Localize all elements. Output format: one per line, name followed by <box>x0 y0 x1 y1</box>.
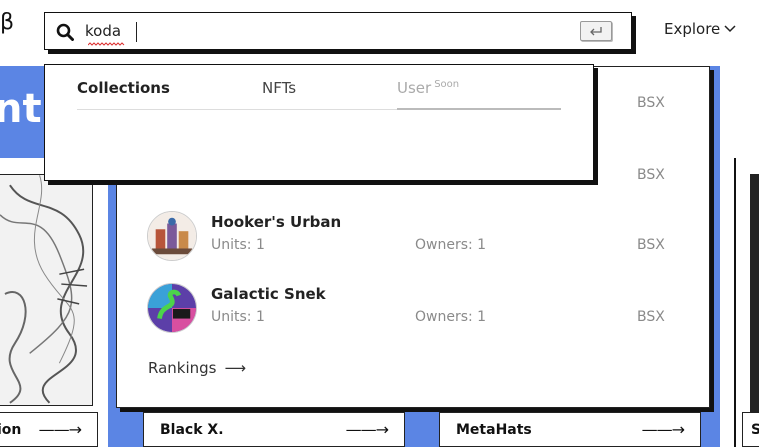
collection-card-footer[interactable]: S <box>742 412 759 447</box>
card-title: ion <box>0 421 22 438</box>
arrow-right-icon: ——→ <box>38 420 82 439</box>
result-currency: BSX <box>637 237 665 253</box>
search-bar <box>44 12 632 50</box>
arrow-right-icon: ⟶ <box>224 359 247 377</box>
collection-card-footer[interactable]: Black X. ——→ <box>143 412 405 447</box>
card-title: S <box>751 421 759 438</box>
text-caret <box>136 22 137 42</box>
collection-card-image[interactable] <box>0 174 93 406</box>
result-name: Hooker's Urban <box>211 213 342 231</box>
result-owners: Owners: 1 <box>415 309 487 325</box>
result-currency: BSX <box>637 167 665 183</box>
collection-card-footer[interactable]: MetaHats ——→ <box>439 412 701 447</box>
tab-collections[interactable]: Collections <box>77 79 170 97</box>
rankings-label: Rankings <box>148 359 217 377</box>
collection-avatar <box>147 211 197 261</box>
result-name: Galactic Snek <box>211 285 326 303</box>
arrow-right-icon: ——→ <box>641 420 685 439</box>
card-title: MetaHats <box>456 421 532 438</box>
search-dropdown: Collections NFTs User Soon <box>44 64 594 181</box>
soon-badge: Soon <box>434 79 460 90</box>
result-currency: BSX <box>637 95 665 111</box>
search-input[interactable] <box>85 19 565 43</box>
result-row[interactable]: Galactic Snek Units: 1 Owners: 1 BSX <box>147 283 677 339</box>
spellcheck-underline <box>88 42 125 46</box>
arrow-right-icon: ——→ <box>345 420 389 439</box>
card-image-dark <box>750 174 759 414</box>
card-title: Black X. <box>160 421 224 438</box>
chevron-down-icon <box>724 25 736 33</box>
explore-menu[interactable]: Explore <box>664 20 736 38</box>
result-currency: BSX <box>637 309 665 325</box>
brand-logo-fragment[interactable]: β <box>0 10 14 35</box>
sketch-artwork <box>0 175 92 405</box>
explore-label: Explore <box>664 20 721 38</box>
result-row[interactable]: Hooker's Urban Units: 1 Owners: 1 BSX <box>147 211 677 267</box>
rankings-link[interactable]: Rankings ⟶ <box>148 359 246 377</box>
tab-user[interactable]: User Soon <box>397 79 459 97</box>
tab-user-label: User <box>397 79 432 97</box>
hero-text: nt <box>0 86 42 132</box>
tab-underline <box>397 108 561 110</box>
hero-banner: nt <box>0 66 46 158</box>
collection-card-partial[interactable] <box>734 158 759 447</box>
enter-key-button[interactable] <box>580 21 612 41</box>
search-icon <box>56 23 74 41</box>
enter-icon <box>590 27 602 36</box>
collection-card-footer[interactable]: ion ——→ <box>0 412 98 447</box>
tab-nfts[interactable]: NFTs <box>262 79 296 97</box>
result-owners: Owners: 1 <box>415 237 487 253</box>
result-units: Units: 1 <box>211 237 265 253</box>
result-units: Units: 1 <box>211 309 265 325</box>
collection-avatar <box>147 283 197 333</box>
